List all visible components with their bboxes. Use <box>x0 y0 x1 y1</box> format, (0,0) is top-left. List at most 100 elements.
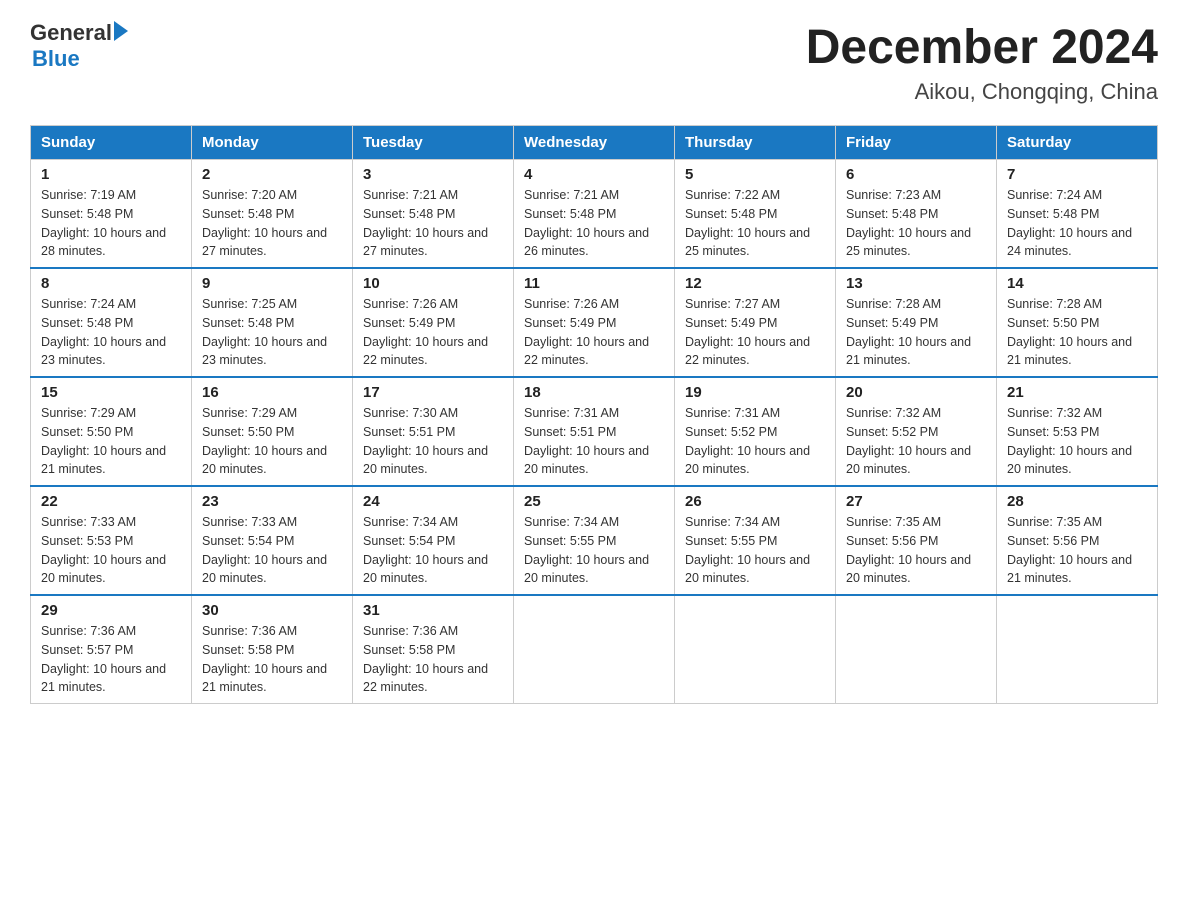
day-number: 21 <box>1007 384 1147 401</box>
calendar-day-cell: 12 Sunrise: 7:27 AMSunset: 5:49 PMDaylig… <box>675 268 836 377</box>
calendar-day-cell: 27 Sunrise: 7:35 AMSunset: 5:56 PMDaylig… <box>836 486 997 595</box>
day-info: Sunrise: 7:29 AMSunset: 5:50 PMDaylight:… <box>41 406 166 476</box>
day-info: Sunrise: 7:26 AMSunset: 5:49 PMDaylight:… <box>524 297 649 367</box>
header-friday: Friday <box>836 126 997 160</box>
header-sunday: Sunday <box>31 126 192 160</box>
calendar-day-cell: 5 Sunrise: 7:22 AMSunset: 5:48 PMDayligh… <box>675 160 836 269</box>
day-info: Sunrise: 7:28 AMSunset: 5:50 PMDaylight:… <box>1007 297 1132 367</box>
day-info: Sunrise: 7:35 AMSunset: 5:56 PMDaylight:… <box>1007 515 1132 585</box>
day-number: 30 <box>202 602 342 619</box>
day-info: Sunrise: 7:34 AMSunset: 5:54 PMDaylight:… <box>363 515 488 585</box>
calendar-day-cell: 26 Sunrise: 7:34 AMSunset: 5:55 PMDaylig… <box>675 486 836 595</box>
calendar-table: SundayMondayTuesdayWednesdayThursdayFrid… <box>30 125 1158 704</box>
calendar-day-cell: 10 Sunrise: 7:26 AMSunset: 5:49 PMDaylig… <box>353 268 514 377</box>
calendar-day-cell: 11 Sunrise: 7:26 AMSunset: 5:49 PMDaylig… <box>514 268 675 377</box>
day-info: Sunrise: 7:20 AMSunset: 5:48 PMDaylight:… <box>202 188 327 258</box>
day-info: Sunrise: 7:27 AMSunset: 5:49 PMDaylight:… <box>685 297 810 367</box>
day-info: Sunrise: 7:30 AMSunset: 5:51 PMDaylight:… <box>363 406 488 476</box>
day-number: 28 <box>1007 493 1147 510</box>
day-number: 11 <box>524 275 664 292</box>
calendar-day-cell: 6 Sunrise: 7:23 AMSunset: 5:48 PMDayligh… <box>836 160 997 269</box>
day-info: Sunrise: 7:36 AMSunset: 5:58 PMDaylight:… <box>363 624 488 694</box>
day-number: 25 <box>524 493 664 510</box>
day-info: Sunrise: 7:36 AMSunset: 5:58 PMDaylight:… <box>202 624 327 694</box>
day-info: Sunrise: 7:19 AMSunset: 5:48 PMDaylight:… <box>41 188 166 258</box>
day-number: 23 <box>202 493 342 510</box>
day-number: 14 <box>1007 275 1147 292</box>
header-saturday: Saturday <box>997 126 1158 160</box>
calendar-week-row: 1 Sunrise: 7:19 AMSunset: 5:48 PMDayligh… <box>31 160 1158 269</box>
calendar-day-cell: 18 Sunrise: 7:31 AMSunset: 5:51 PMDaylig… <box>514 377 675 486</box>
calendar-day-cell: 23 Sunrise: 7:33 AMSunset: 5:54 PMDaylig… <box>192 486 353 595</box>
day-info: Sunrise: 7:33 AMSunset: 5:53 PMDaylight:… <box>41 515 166 585</box>
calendar-week-row: 29 Sunrise: 7:36 AMSunset: 5:57 PMDaylig… <box>31 595 1158 704</box>
calendar-day-cell: 9 Sunrise: 7:25 AMSunset: 5:48 PMDayligh… <box>192 268 353 377</box>
logo-triangle-icon <box>114 21 128 41</box>
calendar-day-cell: 7 Sunrise: 7:24 AMSunset: 5:48 PMDayligh… <box>997 160 1158 269</box>
calendar-day-cell: 14 Sunrise: 7:28 AMSunset: 5:50 PMDaylig… <box>997 268 1158 377</box>
day-number: 24 <box>363 493 503 510</box>
day-info: Sunrise: 7:21 AMSunset: 5:48 PMDaylight:… <box>524 188 649 258</box>
calendar-day-cell: 15 Sunrise: 7:29 AMSunset: 5:50 PMDaylig… <box>31 377 192 486</box>
day-number: 18 <box>524 384 664 401</box>
day-number: 20 <box>846 384 986 401</box>
day-number: 2 <box>202 166 342 183</box>
day-info: Sunrise: 7:23 AMSunset: 5:48 PMDaylight:… <box>846 188 971 258</box>
day-info: Sunrise: 7:34 AMSunset: 5:55 PMDaylight:… <box>524 515 649 585</box>
location-subtitle: Aikou, Chongqing, China <box>806 79 1158 105</box>
day-number: 13 <box>846 275 986 292</box>
page-header: General Blue December 2024 Aikou, Chongq… <box>30 20 1158 105</box>
day-info: Sunrise: 7:31 AMSunset: 5:51 PMDaylight:… <box>524 406 649 476</box>
day-info: Sunrise: 7:32 AMSunset: 5:53 PMDaylight:… <box>1007 406 1132 476</box>
calendar-day-cell: 2 Sunrise: 7:20 AMSunset: 5:48 PMDayligh… <box>192 160 353 269</box>
calendar-day-cell: 13 Sunrise: 7:28 AMSunset: 5:49 PMDaylig… <box>836 268 997 377</box>
day-number: 26 <box>685 493 825 510</box>
calendar-day-cell: 28 Sunrise: 7:35 AMSunset: 5:56 PMDaylig… <box>997 486 1158 595</box>
header-tuesday: Tuesday <box>353 126 514 160</box>
calendar-day-cell: 22 Sunrise: 7:33 AMSunset: 5:53 PMDaylig… <box>31 486 192 595</box>
calendar-day-cell: 4 Sunrise: 7:21 AMSunset: 5:48 PMDayligh… <box>514 160 675 269</box>
calendar-day-cell <box>514 595 675 704</box>
day-info: Sunrise: 7:21 AMSunset: 5:48 PMDaylight:… <box>363 188 488 258</box>
title-area: December 2024 Aikou, Chongqing, China <box>806 20 1158 105</box>
day-number: 10 <box>363 275 503 292</box>
day-info: Sunrise: 7:35 AMSunset: 5:56 PMDaylight:… <box>846 515 971 585</box>
day-info: Sunrise: 7:36 AMSunset: 5:57 PMDaylight:… <box>41 624 166 694</box>
month-year-title: December 2024 <box>806 20 1158 75</box>
day-number: 15 <box>41 384 181 401</box>
day-info: Sunrise: 7:31 AMSunset: 5:52 PMDaylight:… <box>685 406 810 476</box>
day-info: Sunrise: 7:24 AMSunset: 5:48 PMDaylight:… <box>41 297 166 367</box>
day-number: 3 <box>363 166 503 183</box>
day-number: 9 <box>202 275 342 292</box>
day-number: 29 <box>41 602 181 619</box>
day-number: 6 <box>846 166 986 183</box>
day-number: 1 <box>41 166 181 183</box>
day-number: 4 <box>524 166 664 183</box>
day-number: 22 <box>41 493 181 510</box>
day-info: Sunrise: 7:34 AMSunset: 5:55 PMDaylight:… <box>685 515 810 585</box>
day-info: Sunrise: 7:33 AMSunset: 5:54 PMDaylight:… <box>202 515 327 585</box>
calendar-day-cell: 29 Sunrise: 7:36 AMSunset: 5:57 PMDaylig… <box>31 595 192 704</box>
day-info: Sunrise: 7:25 AMSunset: 5:48 PMDaylight:… <box>202 297 327 367</box>
day-info: Sunrise: 7:24 AMSunset: 5:48 PMDaylight:… <box>1007 188 1132 258</box>
header-row: SundayMondayTuesdayWednesdayThursdayFrid… <box>31 126 1158 160</box>
logo: General Blue <box>30 20 128 72</box>
calendar-day-cell: 8 Sunrise: 7:24 AMSunset: 5:48 PMDayligh… <box>31 268 192 377</box>
calendar-day-cell: 30 Sunrise: 7:36 AMSunset: 5:58 PMDaylig… <box>192 595 353 704</box>
calendar-week-row: 8 Sunrise: 7:24 AMSunset: 5:48 PMDayligh… <box>31 268 1158 377</box>
calendar-week-row: 22 Sunrise: 7:33 AMSunset: 5:53 PMDaylig… <box>31 486 1158 595</box>
day-info: Sunrise: 7:32 AMSunset: 5:52 PMDaylight:… <box>846 406 971 476</box>
day-number: 5 <box>685 166 825 183</box>
calendar-week-row: 15 Sunrise: 7:29 AMSunset: 5:50 PMDaylig… <box>31 377 1158 486</box>
day-info: Sunrise: 7:28 AMSunset: 5:49 PMDaylight:… <box>846 297 971 367</box>
calendar-day-cell <box>836 595 997 704</box>
calendar-day-cell: 3 Sunrise: 7:21 AMSunset: 5:48 PMDayligh… <box>353 160 514 269</box>
calendar-day-cell: 25 Sunrise: 7:34 AMSunset: 5:55 PMDaylig… <box>514 486 675 595</box>
calendar-day-cell: 19 Sunrise: 7:31 AMSunset: 5:52 PMDaylig… <box>675 377 836 486</box>
header-monday: Monday <box>192 126 353 160</box>
day-number: 16 <box>202 384 342 401</box>
calendar-day-cell: 16 Sunrise: 7:29 AMSunset: 5:50 PMDaylig… <box>192 377 353 486</box>
calendar-day-cell: 31 Sunrise: 7:36 AMSunset: 5:58 PMDaylig… <box>353 595 514 704</box>
header-wednesday: Wednesday <box>514 126 675 160</box>
calendar-day-cell: 17 Sunrise: 7:30 AMSunset: 5:51 PMDaylig… <box>353 377 514 486</box>
